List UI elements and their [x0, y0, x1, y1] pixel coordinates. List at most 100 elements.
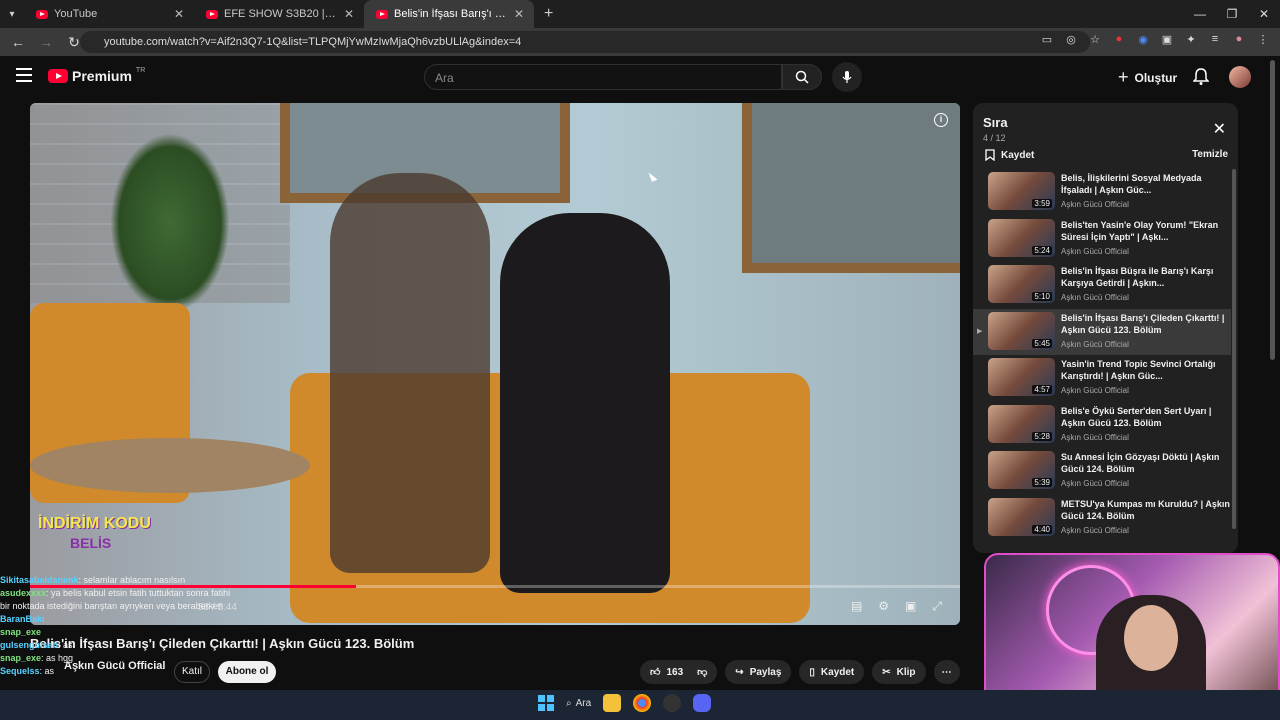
close-window-icon[interactable]: ✕ [1248, 7, 1280, 21]
url-field[interactable]: youtube.com/watch?v=Aif2n3Q7-1Q&list=TLP… [80, 31, 1090, 53]
windows-start-icon[interactable] [538, 695, 554, 711]
bookmark-star-icon[interactable]: ☆ [1088, 33, 1102, 46]
back-arrow-icon[interactable]: ← [6, 34, 30, 50]
video-thumbnail[interactable]: 4:40 [988, 497, 1055, 536]
browser-tab-youtube[interactable]: YouTube ✕ [24, 0, 194, 28]
queue-item-title[interactable]: Belis'ten Yasin'e Olay Yorum! "Ekran Sür… [1061, 219, 1231, 243]
queue-item-channel: Aşkın Gücü Official [1061, 479, 1129, 488]
search-input[interactable]: Ara [424, 64, 782, 90]
tab-label: YouTube [54, 8, 98, 20]
subtitles-icon[interactable]: ▤ [851, 599, 862, 614]
like-icon[interactable]: 👍︎ [650, 666, 660, 678]
browser-tab-efe-show[interactable]: EFE SHOW S3B20 | ERAY CAN Ç ✕ [194, 0, 364, 28]
save-queue-button[interactable]: Kaydet [985, 149, 1034, 161]
page-scrollbar[interactable] [1270, 60, 1275, 360]
close-tab-icon[interactable]: ✕ [174, 7, 184, 21]
video-duration: 5:45 [1032, 338, 1052, 348]
video-player[interactable]: i İNDİRİM KODU BELİS 58 / 5:44 ▤ ⚙ ▣ ⤢ [30, 103, 960, 625]
hamburger-menu-icon[interactable] [16, 68, 32, 82]
queue-item[interactable]: 5:10 Belis'in İfşası Büşra ile Barış'ı Ka… [973, 262, 1231, 309]
clip-button[interactable]: ✂ Klip [872, 660, 926, 684]
close-tab-icon[interactable]: ✕ [514, 7, 524, 21]
fullscreen-icon[interactable]: ⤢ [932, 599, 942, 614]
video-thumbnail[interactable]: 5:45 [988, 311, 1055, 350]
discord-icon[interactable] [693, 694, 712, 712]
queue-item[interactable]: 5:28 Belis'e Öykü Serter'den Sert Uyarı |… [973, 402, 1231, 449]
queue-list: 3:59 Belis, İlişkilerini Sosyal Medyada İ… [973, 169, 1231, 541]
save-queue-label: Kaydet [1001, 149, 1035, 161]
queue-item-title[interactable]: Belis'e Öykü Serter'den Sert Uyarı | Aşk… [1061, 405, 1231, 429]
browser-tab-current[interactable]: Belis'in İfşası Barış'ı Çileden Çı ✕ [364, 0, 534, 28]
create-button[interactable]: + Oluştur [1118, 67, 1177, 88]
taskbar-search[interactable]: ⌕ Ara [566, 698, 591, 709]
forward-arrow-icon[interactable]: → [34, 34, 58, 50]
close-tab-icon[interactable]: ✕ [344, 7, 354, 21]
queue-item[interactable]: 3:59 Belis, İlişkilerini Sosyal Medyada İ… [973, 169, 1231, 216]
browser-tab-bar: ▾ YouTube ✕ EFE SHOW S3B20 | ERAY CAN Ç … [0, 0, 1280, 28]
youtube-premium-logo[interactable]: Premium TR [48, 66, 146, 84]
queue-item-title[interactable]: Yasin'in Trend Topic Sevinci Ortalığı Ka… [1061, 358, 1231, 382]
queue-scrollbar[interactable] [1232, 169, 1236, 529]
user-avatar[interactable] [1229, 66, 1251, 88]
profile-icon[interactable]: ● [1232, 33, 1246, 46]
queue-item[interactable]: ▶ 5:45 Belis'in İfşası Barış'ı Çileden Çık… [973, 308, 1231, 355]
clear-queue-button[interactable]: Temizle [1192, 149, 1228, 160]
chat-message: snap_exe [0, 626, 240, 639]
clip-label: Klip [896, 666, 916, 678]
queue-item[interactable]: 5:24 Belis'ten Yasin'e Olay Yorum! "Ekran… [973, 216, 1231, 263]
queue-item-channel: Aşkın Gücü Official [1061, 246, 1129, 256]
video-thumbnail[interactable]: 5:10 [988, 265, 1055, 303]
share-button[interactable]: ↪ Paylaş [725, 660, 792, 684]
cast-icon[interactable]: ▭ [1040, 33, 1054, 46]
dislike-icon[interactable]: 👎︎ [697, 666, 707, 678]
settings-gear-icon[interactable]: ⚙ [878, 599, 889, 614]
puzzle-icon[interactable]: ✦ [1184, 33, 1198, 46]
queue-item-title[interactable]: METSU'ya Kumpas mı Kuruldu? | Aşkın Gücü… [1061, 498, 1231, 522]
more-actions-button[interactable]: ⋯ [933, 660, 960, 684]
voice-search-button[interactable] [832, 62, 862, 92]
chat-username: Sequelss [0, 666, 40, 676]
save-button[interactable]: ▯ Kaydet [799, 660, 865, 684]
taskbar-center: ⌕ Ara [538, 694, 712, 712]
reading-list-icon[interactable]: ≡ [1208, 33, 1222, 46]
close-icon[interactable]: ✕ [1213, 119, 1226, 139]
eye-off-icon[interactable]: ◎ [1064, 33, 1078, 46]
queue-item-title[interactable]: Belis, İlişkilerini Sosyal Medyada İfşal… [1061, 172, 1231, 196]
chat-message: snap_exe: as hgg [0, 652, 240, 665]
search-button[interactable] [782, 64, 822, 90]
tab-list-button[interactable]: ▾ [0, 9, 24, 20]
queue-item-channel: Aşkın Gücü Official [1061, 525, 1129, 535]
queue-item[interactable]: 4:40 METSU'ya Kumpas mı Kuruldu? | Aşkın … [973, 495, 1231, 542]
like-count[interactable]: 163 [666, 667, 683, 678]
restore-icon[interactable]: ❐ [1216, 7, 1248, 21]
extension-red-icon[interactable]: ● [1112, 33, 1126, 46]
video-thumbnail[interactable]: 5:28 [988, 404, 1055, 443]
logo-region: TR [135, 66, 146, 74]
menu-dots-icon[interactable]: ⋮ [1256, 33, 1270, 46]
video-thumbnail[interactable]: 5:24 [988, 218, 1055, 257]
info-icon[interactable]: i [934, 113, 948, 127]
queue-item-meta: METSU'ya Kumpas mı Kuruldu? | Aşkın Gücü… [1061, 498, 1231, 535]
youtube-play-icon [48, 69, 68, 83]
video-thumbnail[interactable]: 3:59 [988, 172, 1055, 210]
video-thumbnail[interactable]: 5:39 [988, 451, 1055, 489]
queue-item-title[interactable]: Belis'in İfşası Barış'ı Çileden Çıkarttı… [1061, 312, 1231, 336]
file-explorer-icon[interactable] [603, 694, 622, 712]
notification-bell-icon[interactable] [1193, 68, 1209, 86]
video-thumbnail[interactable]: 4:57 [988, 358, 1055, 396]
queue-item[interactable]: 4:57 Yasin'in Trend Topic Sevinci Ortalığ… [973, 355, 1231, 402]
chrome-icon[interactable] [633, 694, 652, 712]
queue-item[interactable]: 5:39 Su Annesi İçin Gözyaşı Döktü | Aşkın… [973, 448, 1231, 495]
miniplayer-icon[interactable]: ▣ [905, 599, 916, 614]
streamer-face [1124, 605, 1178, 671]
extension-translate-icon[interactable]: ◉ [1136, 33, 1150, 46]
video-duration: 4:57 [1032, 385, 1052, 394]
extension-icon[interactable]: ▣ [1160, 33, 1174, 46]
queue-item-title[interactable]: Su Annesi İçin Gözyaşı Döktü | Aşkın Güc… [1061, 451, 1231, 475]
new-tab-button[interactable]: + [534, 5, 563, 23]
queue-item-meta: Yasin'in Trend Topic Sevinci Ortalığı Ka… [1061, 358, 1231, 395]
app-icon[interactable] [663, 694, 682, 712]
chat-message: Sikitasabaldanenk: selamlar ablacım nası… [0, 574, 240, 587]
minimize-icon[interactable]: — [1184, 7, 1216, 21]
queue-item-title[interactable]: Belis'in İfşası Büşra ile Barış'ı Karşı … [1061, 265, 1231, 289]
